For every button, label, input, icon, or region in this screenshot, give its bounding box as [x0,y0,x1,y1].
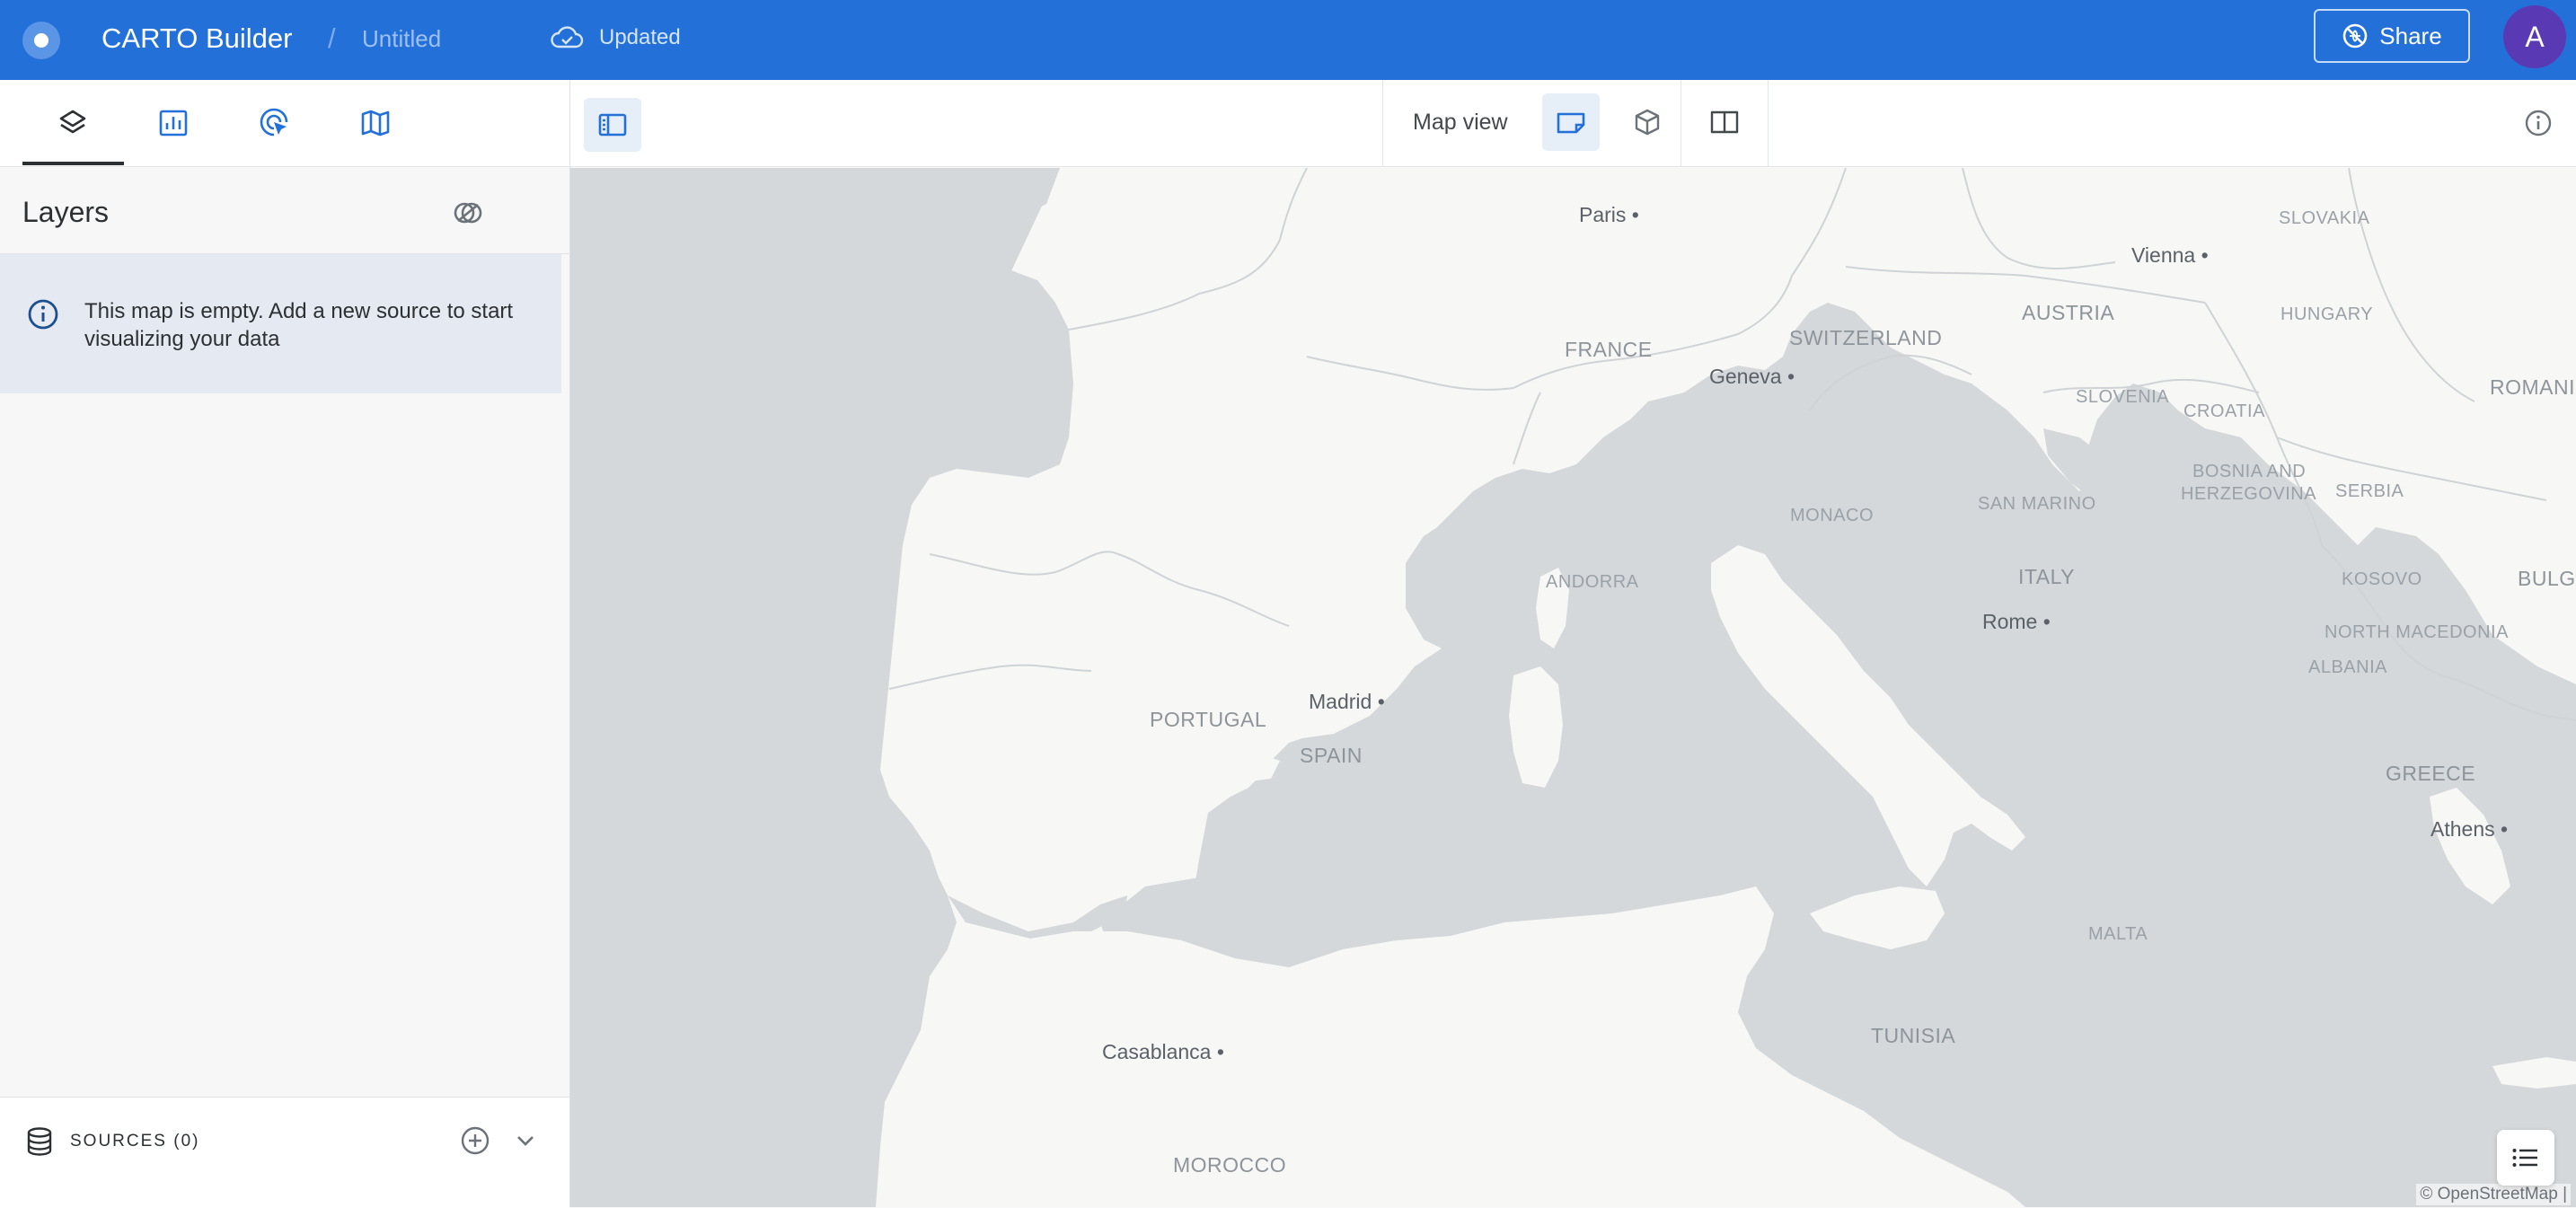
country-label: HUNGARY [2280,304,2374,324]
share-button[interactable]: Share [2314,9,2470,63]
country-label: NORTH MACEDONIA [2325,622,2509,642]
database-icon [27,1127,52,1156]
carto-logo[interactable] [22,22,60,59]
title-separator: / [328,22,336,54]
active-tab-indicator [22,162,124,165]
view-3d-button[interactable] [1619,93,1676,151]
add-source-icon[interactable] [459,1124,491,1157]
country-label: FRANCE [1565,338,1653,361]
view-2d-button[interactable] [1542,93,1600,151]
split-view-icon [1710,110,1739,134]
toolbar-divider [1768,80,1769,166]
user-avatar[interactable]: A [2503,5,2566,68]
legend-button[interactable] [2497,1130,2554,1186]
empty-map-message: This map is empty. Add a new source to s… [84,299,514,351]
city-label: Paris [1579,203,1639,227]
country-label: KOSOVO [2342,569,2422,589]
panel-title: Layers [22,196,110,228]
split-view-button[interactable] [1696,93,1753,151]
city-label: Casablanca [1102,1040,1224,1064]
country-label: ITALY [2018,565,2075,588]
country-label: ANDORRA [1546,572,1639,592]
layers-panel: Layers This map is empty. Add a new sour… [0,167,570,1208]
country-label: PORTUGAL [1150,708,1267,731]
toggle-panel-button[interactable] [584,98,641,152]
sources-label: SOURCES (0) [70,1132,200,1151]
country-label: ALBANIA [2308,657,2387,677]
interactions-icon[interactable] [259,107,291,139]
country-label: CROATIA [2183,401,2265,421]
cloud-icon [551,26,584,48]
widgets-icon[interactable] [157,107,190,139]
list-icon [2512,1149,2537,1167]
top-bar: CARTO Builder / Untitled Updated Share A [0,0,2576,80]
country-label: BULG [2518,567,2576,590]
link-icon[interactable] [451,196,485,230]
layers-icon[interactable] [57,107,89,139]
country-label: SLOVENIA [2076,387,2170,407]
info-circle-icon [28,299,58,330]
country-label: HERZEGOVINA [2181,484,2317,504]
map-name[interactable]: Untitled [362,25,441,53]
cube-icon [1635,109,1660,136]
sources-section[interactable]: SOURCES (0) [0,1097,569,1208]
city-label: Madrid [1309,690,1385,714]
panel-divider [569,80,570,166]
empty-map-notice: This map is empty. Add a new source to s… [0,254,561,393]
country-label: MONACO [1790,506,1874,525]
save-status: Updated [599,25,681,49]
country-label: MOROCCO [1173,1153,1287,1177]
info-icon[interactable] [2522,107,2554,139]
app-title: CARTO Builder [101,22,293,54]
map-attribution[interactable]: © OpenStreetMap | [2416,1184,2571,1205]
chevron-down-icon[interactable] [513,1130,538,1151]
country-label: SWITZERLAND [1789,326,1943,349]
country-label: SERBIA [2335,481,2404,501]
city-label: Geneva [1709,365,1795,389]
basemap-icon[interactable] [359,107,392,139]
map-canvas[interactable]: Paris Vienna Geneva Rome Madrid Athens C… [570,168,2576,1207]
country-label: BOSNIA AND [2192,462,2307,481]
country-label: SAN MARINO [1978,494,2096,514]
country-label: GREECE [2386,762,2476,785]
country-label: SLOVAKIA [2279,208,2370,228]
country-label: TUNISIA [1871,1024,1956,1047]
country-label: AUSTRIA [2022,301,2115,324]
basemap [570,168,2576,1207]
country-label: SPAIN [1300,744,1363,767]
view-2d-icon [1557,112,1585,134]
toolbar: Map view [0,80,2576,167]
country-label: ROMANI [2490,375,2575,399]
country-label: MALTA [2088,924,2148,944]
map-view-label: Map view [1413,110,1508,135]
sidebar-icon [598,113,627,137]
share-label: Share [2379,22,2442,49]
city-label: Athens [2430,817,2508,842]
city-label: Rome [1982,610,2051,634]
city-label: Vienna [2131,243,2209,268]
toolbar-divider [1382,80,1383,166]
share-icon [2342,23,2368,48]
